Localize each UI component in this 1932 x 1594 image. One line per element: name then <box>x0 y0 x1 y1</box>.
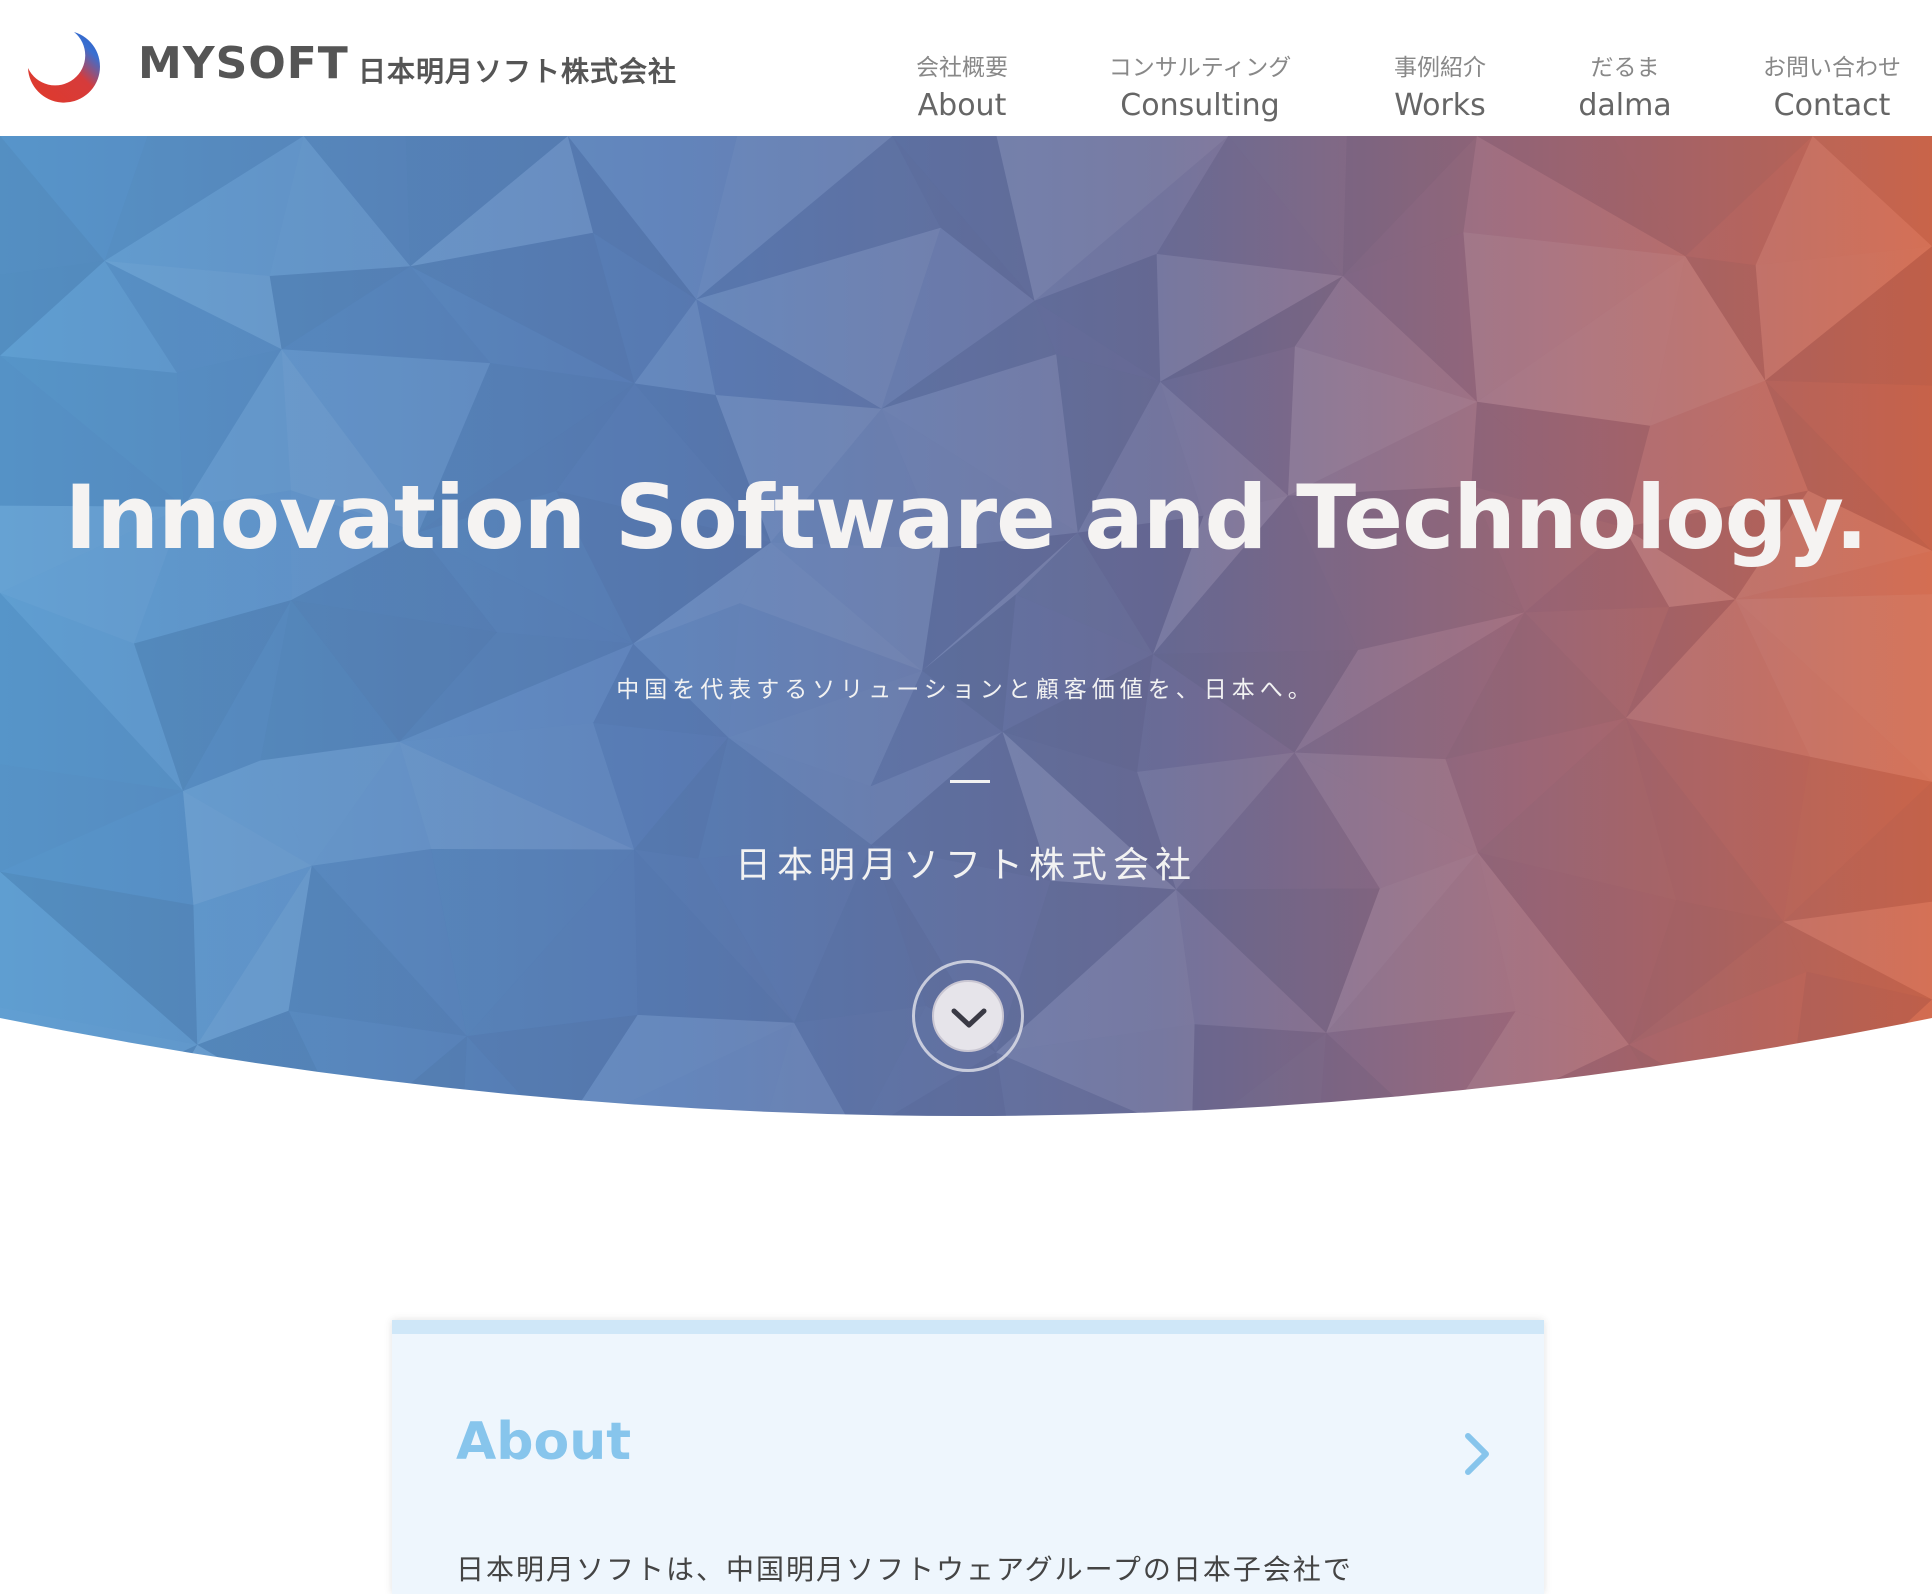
nav-label-en: Contact <box>1773 88 1891 123</box>
logo-icon[interactable] <box>24 28 100 104</box>
nav-label-jp: コンサルティング <box>1108 55 1292 81</box>
nav-label-en: Consulting <box>1120 88 1280 123</box>
brand-name[interactable]: MYSOFT <box>138 38 349 89</box>
nav-label-jp: お問い合わせ <box>1763 55 1901 81</box>
hero-title: Innovation Software and Technology. <box>64 466 1869 569</box>
hero-section: Innovation Software and Technology. 中国を代… <box>0 136 1932 1136</box>
site-header: MYSOFT 日本明月ソフト株式会社 会社概要 About コンサルティング C… <box>0 0 1932 136</box>
hero-company-name: 日本明月ソフト株式会社 <box>734 845 1197 886</box>
nav-item-dalma[interactable]: だるま dalma <box>1570 48 1680 123</box>
nav-label-jp: 事例紹介 <box>1394 55 1486 81</box>
nav-item-works[interactable]: 事例紹介 Works <box>1380 48 1500 123</box>
nav-label-jp: だるま <box>1590 55 1660 81</box>
nav-label-en: Works <box>1394 88 1486 123</box>
nav-item-consulting[interactable]: コンサルティング Consulting <box>1100 48 1300 123</box>
chevron-right-icon[interactable] <box>1460 1430 1494 1478</box>
nav-label-en: About <box>917 88 1007 123</box>
hero-polygon <box>0 1044 198 1116</box>
about-title: About <box>456 1412 632 1472</box>
nav-item-about[interactable]: 会社概要 About <box>900 48 1024 123</box>
company-name-jp: 日本明月ソフト株式会社 <box>358 55 678 88</box>
scroll-down-button[interactable] <box>912 960 1024 1072</box>
about-text: 日本明月ソフトは、中国明月ソフトウェアグループの日本子会社で <box>456 1553 1353 1586</box>
nav-item-contact[interactable]: お問い合わせ Contact <box>1752 48 1912 123</box>
nav-label-jp: 会社概要 <box>916 55 1008 81</box>
about-card[interactable]: About 日本明月ソフトは、中国明月ソフトウェアグループの日本子会社で <box>392 1320 1544 1594</box>
nav-label-en: dalma <box>1578 88 1672 123</box>
hero-subtitle: 中国を代表するソリューションと顧客価値を、日本へ。 <box>616 677 1316 703</box>
divider <box>950 780 990 783</box>
hero-polygon <box>1784 971 1932 1116</box>
chevron-down-icon <box>951 1008 987 1028</box>
